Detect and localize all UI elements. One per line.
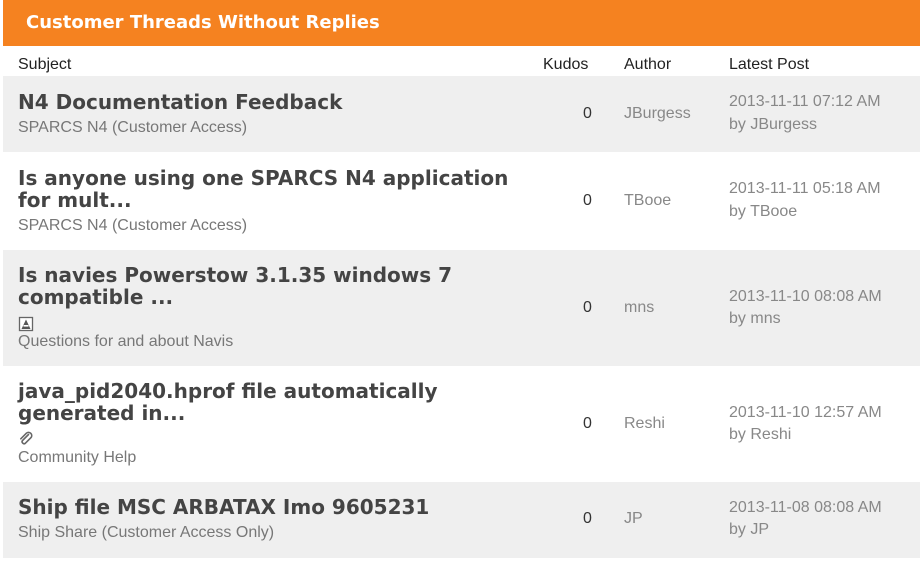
thread-title-link[interactable]: N4 Documentation Feedback bbox=[18, 91, 533, 113]
kudos-count: 0 bbox=[583, 105, 592, 122]
latest-post-date: 2013-11-08 08:08 AM bbox=[729, 499, 882, 516]
kudos-count: 0 bbox=[583, 192, 592, 209]
latest-post-author-link[interactable]: JBurgess bbox=[750, 116, 817, 133]
kudos-count: 0 bbox=[583, 510, 592, 527]
image-icon bbox=[18, 316, 34, 332]
thread-title-link[interactable]: Ship file MSC ARBATAX Imo 9605231 bbox=[18, 496, 533, 518]
board-link[interactable]: SPARCS N4 (Customer Access) bbox=[18, 217, 247, 235]
by-label: by bbox=[729, 116, 746, 133]
by-label: by bbox=[729, 426, 746, 443]
column-header-subject: Subject bbox=[18, 56, 72, 73]
by-label: by bbox=[729, 521, 746, 538]
table-header: Subject Kudos Author Latest Post bbox=[3, 46, 920, 76]
latest-post-by: by JBurgess bbox=[729, 116, 817, 134]
latest-post-author-link[interactable]: mns bbox=[750, 310, 780, 327]
latest-post-by: by JP bbox=[729, 521, 769, 539]
board-link[interactable]: SPARCS N4 (Customer Access) bbox=[18, 119, 247, 137]
table-row: Ship file MSC ARBATAX Imo 9605231 Ship S… bbox=[3, 482, 920, 558]
latest-post-date: 2013-11-10 12:57 AM bbox=[729, 404, 882, 421]
threads-widget: Customer Threads Without Replies Subject… bbox=[3, 0, 920, 558]
column-header-author: Author bbox=[624, 56, 672, 73]
latest-post-date: 2013-11-11 05:18 AM bbox=[729, 180, 881, 197]
widget-title: Customer Threads Without Replies bbox=[3, 0, 920, 46]
kudos-count: 0 bbox=[583, 415, 592, 432]
latest-post-author-link[interactable]: Reshi bbox=[750, 426, 791, 443]
author-link[interactable]: Reshi bbox=[624, 415, 665, 433]
board-link[interactable]: Community Help bbox=[18, 449, 136, 467]
thread-title-link[interactable]: java_pid2040.hprof file automatically ge… bbox=[18, 380, 533, 424]
table-row: Is navies Powerstow 3.1.35 windows 7 com… bbox=[3, 250, 920, 366]
kudos-count: 0 bbox=[583, 299, 592, 316]
paperclip-icon bbox=[20, 431, 33, 445]
latest-post-by: by mns bbox=[729, 310, 781, 328]
latest-post-author-link[interactable]: JP bbox=[750, 521, 769, 538]
column-header-latest-post: Latest Post bbox=[729, 56, 810, 73]
board-link[interactable]: Questions for and about Navis bbox=[18, 333, 233, 351]
author-link[interactable]: JP bbox=[624, 510, 643, 528]
latest-post-date: 2013-11-11 07:12 AM bbox=[729, 93, 881, 110]
thread-title-link[interactable]: Is anyone using one SPARCS N4 applicatio… bbox=[18, 167, 533, 211]
table-row: N4 Documentation Feedback SPARCS N4 (Cus… bbox=[3, 76, 920, 152]
column-header-kudos: Kudos bbox=[543, 56, 589, 73]
board-link[interactable]: Ship Share (Customer Access Only) bbox=[18, 524, 274, 542]
by-label: by bbox=[729, 310, 746, 327]
table-row: java_pid2040.hprof file automatically ge… bbox=[3, 366, 920, 482]
table-row: Is anyone using one SPARCS N4 applicatio… bbox=[3, 152, 920, 250]
author-link[interactable]: TBooe bbox=[624, 192, 671, 210]
thread-title-link[interactable]: Is navies Powerstow 3.1.35 windows 7 com… bbox=[18, 264, 533, 308]
author-link[interactable]: mns bbox=[624, 299, 654, 317]
latest-post-by: by TBooe bbox=[729, 203, 797, 221]
latest-post-by: by Reshi bbox=[729, 426, 791, 444]
latest-post-author-link[interactable]: TBooe bbox=[750, 203, 797, 220]
latest-post-date: 2013-11-10 08:08 AM bbox=[729, 288, 882, 305]
author-link[interactable]: JBurgess bbox=[624, 105, 691, 123]
by-label: by bbox=[729, 203, 746, 220]
